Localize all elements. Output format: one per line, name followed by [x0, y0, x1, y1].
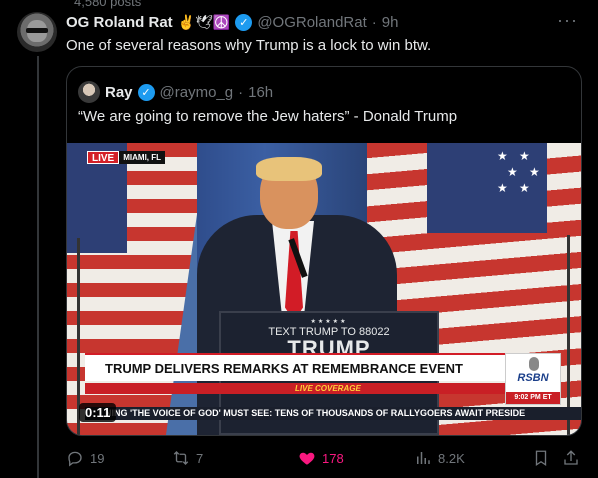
news-ticker: NING 'THE VOICE OF GOD' MUST SEE: TENS O…	[85, 407, 581, 420]
reply-count: 19	[90, 450, 105, 466]
thread-line	[37, 56, 39, 478]
bookmark-icon	[535, 450, 547, 467]
live-badge: LIVE MIAMI, FL	[87, 151, 166, 164]
handle[interactable]: @OGRolandRat	[257, 14, 366, 31]
quoted-time[interactable]: 16h	[248, 84, 273, 101]
tweet-text: One of several reasons why Trump is a lo…	[66, 37, 432, 54]
avatar-glasses	[26, 28, 48, 33]
heart-icon	[299, 452, 315, 465]
quoted-header: Ray ✓ @raymo_g · 16h	[78, 81, 273, 103]
quoted-display-name[interactable]: Ray	[105, 84, 133, 101]
speaker-hair	[256, 157, 322, 181]
repost-count: 7	[196, 450, 204, 466]
quoted-avatar[interactable]	[78, 81, 100, 103]
share-icon	[564, 450, 578, 465]
flag-right-canton: ★ ★ ★ ★ ★ ★	[427, 143, 547, 233]
share-button[interactable]	[562, 449, 580, 467]
display-name[interactable]: OG Roland Rat	[66, 14, 173, 31]
like-count: 178	[322, 450, 344, 466]
network-mic-icon	[529, 357, 539, 371]
ticker-text: NING 'THE VOICE OF GOD' MUST SEE: TENS O…	[105, 408, 526, 418]
tweet-time[interactable]: 9h	[382, 14, 399, 31]
verified-badge-icon: ✓	[235, 13, 253, 31]
live-location: MIAMI, FL	[119, 151, 166, 164]
views-button[interactable]: 8.2K	[414, 449, 465, 467]
network-clock: 9:02 PM ET	[506, 392, 560, 404]
repost-button[interactable]: 7	[172, 449, 203, 467]
quoted-text: “We are going to remove the Jew haters” …	[78, 108, 458, 125]
podium-stars: ★★★★★	[310, 319, 348, 325]
news-lower-third: TRUMP DELIVERS REMARKS AT REMEMBRANCE EV…	[85, 353, 505, 381]
views-count: 8.2K	[438, 450, 465, 466]
avatar[interactable]	[17, 12, 57, 52]
quoted-tweet[interactable]: Ray ✓ @raymo_g · 16h “We are going to re…	[66, 66, 582, 436]
live-label: LIVE	[87, 151, 120, 164]
reply-icon	[68, 451, 82, 467]
action-bar: 19 7 178 8.2K	[66, 446, 582, 470]
more-options-icon[interactable]: ···	[557, 10, 578, 31]
video-timestamp: 0:11	[79, 403, 117, 422]
separator-dot: ·	[371, 13, 377, 31]
tweet-header: OG Roland Rat ✌️🕊☮️ ✓ @OGRolandRat · 9h	[66, 12, 398, 32]
network-name: RSBN	[517, 372, 549, 384]
news-headline: TRUMP DELIVERS REMARKS AT REMEMBRANCE EV…	[105, 361, 464, 376]
like-button[interactable]: 178	[298, 449, 344, 467]
bookmark-button[interactable]	[532, 449, 550, 467]
coverage-label: LIVE COVERAGE	[295, 384, 361, 393]
name-emojis: ✌️🕊☮️	[177, 13, 231, 30]
repost-icon	[173, 451, 189, 465]
views-icon	[417, 452, 430, 464]
posts-count: 4,580 posts	[74, 0, 142, 9]
quoted-handle[interactable]: @raymo_g	[160, 84, 234, 101]
quoted-verified-badge-icon: ✓	[137, 83, 155, 101]
video-player[interactable]: ★ ★ ★ ★ ★ ★ ★★★★★ TEXT TRUMP TO 88022 TR…	[67, 143, 581, 435]
network-logo: RSBN 9:02 PM ET	[505, 353, 561, 405]
flagpole-right	[567, 235, 570, 435]
coverage-bar: LIVE COVERAGE	[85, 383, 505, 394]
quoted-separator-dot: ·	[238, 83, 244, 101]
reply-button[interactable]: 19	[66, 449, 104, 467]
